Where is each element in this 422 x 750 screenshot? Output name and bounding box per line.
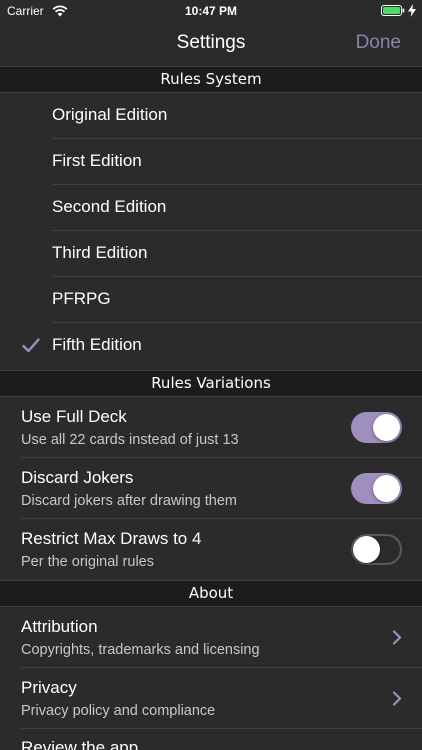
option-subtitle: Copyrights, trademarks and licensing [21, 642, 260, 658]
option-subtitle: Privacy policy and compliance [21, 703, 216, 719]
edition-label: Second Edition [52, 197, 167, 216]
edition-row-second[interactable]: Second Edition [0, 185, 422, 231]
toggle-knob [373, 414, 400, 441]
edition-row-fifth[interactable]: Fifth Edition [0, 323, 422, 369]
edition-row-first[interactable]: First Edition [0, 139, 422, 185]
edition-label: Third Edition [52, 243, 148, 262]
option-subtitle: Discard jokers after drawing them [21, 493, 237, 509]
option-title: Discard Jokers [21, 468, 134, 487]
toggle-knob [353, 536, 380, 563]
edition-row-original[interactable]: Original Edition [0, 93, 422, 139]
section-header-rules-variations: Rules Variations [0, 370, 422, 397]
chevron-right-icon [392, 630, 402, 645]
section-header-rules-system: Rules System [0, 66, 422, 93]
about-row-attribution[interactable]: Attribution Copyrights, trademarks and l… [0, 607, 422, 668]
max-draws-toggle[interactable] [351, 534, 402, 565]
edition-label: First Edition [52, 151, 142, 170]
about-row-privacy[interactable]: Privacy Privacy policy and compliance [0, 668, 422, 729]
option-title: Review the app [21, 738, 139, 750]
chevron-right-icon [392, 691, 402, 706]
edition-row-third[interactable]: Third Edition [0, 231, 422, 277]
option-subtitle: Use all 22 cards instead of just 13 [21, 432, 239, 448]
edition-label: Fifth Edition [52, 335, 142, 354]
variation-row-discard-jokers: Discard Jokers Discard jokers after draw… [0, 458, 422, 519]
option-title: Attribution [21, 617, 98, 636]
checkmark-icon [22, 338, 40, 353]
option-subtitle: Per the original rules [21, 554, 154, 570]
about-row-review[interactable]: Review the app [0, 729, 422, 750]
variation-row-full-deck: Use Full Deck Use all 22 cards instead o… [0, 397, 422, 458]
variation-row-max-draws: Restrict Max Draws to 4 Per the original… [0, 519, 422, 580]
edition-row-pfrpg[interactable]: PFRPG [0, 277, 422, 323]
clock: 10:47 PM [184, 4, 238, 18]
edition-label: Original Edition [52, 105, 168, 124]
navigation-bar: Settings Done [0, 22, 422, 66]
option-title: Privacy [21, 678, 77, 697]
option-title: Restrict Max Draws to 4 [21, 529, 202, 548]
full-deck-toggle[interactable] [351, 412, 402, 443]
section-header-about: About [0, 580, 422, 607]
option-title: Use Full Deck [21, 407, 127, 426]
toggle-knob [373, 475, 400, 502]
status-bar: Carrier 10:47 PM [0, 0, 422, 22]
edition-label: PFRPG [52, 289, 111, 308]
battery-icon [381, 5, 405, 16]
discard-jokers-toggle[interactable] [351, 473, 402, 504]
done-button[interactable]: Done [356, 32, 401, 54]
charging-bolt-icon [408, 4, 416, 17]
